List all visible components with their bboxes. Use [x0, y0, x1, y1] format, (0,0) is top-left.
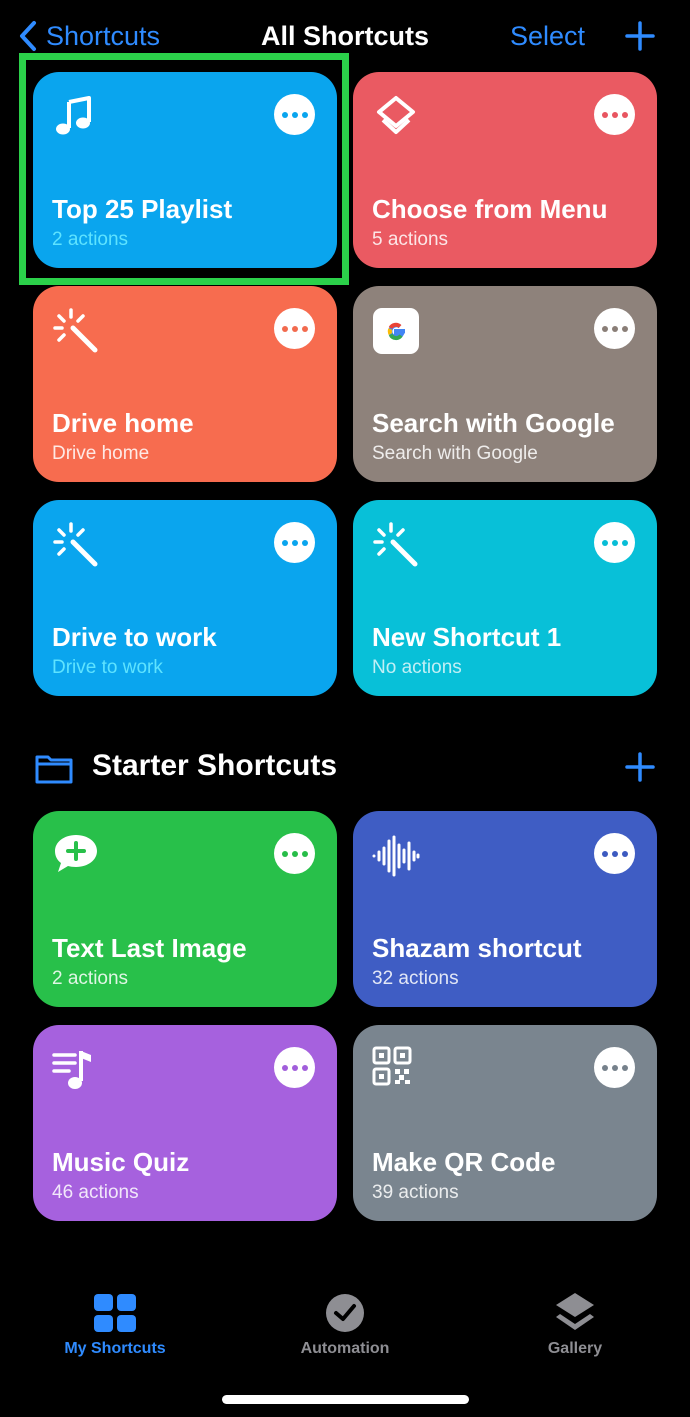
more-button[interactable] [594, 1047, 635, 1088]
tab-gallery[interactable]: Gallery [485, 1290, 665, 1358]
layers-icon [556, 1293, 594, 1330]
tab-my-shortcuts[interactable]: My Shortcuts [25, 1290, 205, 1358]
add-to-folder-button[interactable] [624, 751, 656, 783]
shortcut-title: Drive home [52, 408, 194, 438]
magic-wand-icon [53, 522, 98, 567]
shortcut-card-shazam-shortcut[interactable]: Shazam shortcut 32 actions [353, 811, 657, 1007]
magic-wand-icon [53, 308, 98, 353]
google-icon [373, 308, 419, 354]
more-button[interactable] [594, 94, 635, 135]
qr-code-icon [372, 1046, 412, 1086]
shortcut-title: Text Last Image [52, 933, 247, 963]
shortcut-subtitle: 32 actions [372, 968, 459, 989]
shortcut-subtitle: 5 actions [372, 229, 449, 250]
more-button[interactable] [274, 833, 315, 874]
shortcut-subtitle: 39 actions [372, 1182, 459, 1203]
magic-wand-icon [373, 522, 418, 567]
shortcut-title: Search with Google [372, 408, 615, 438]
tab-label: Automation [300, 1340, 390, 1357]
folder-icon [35, 755, 73, 784]
shortcut-card-music-quiz[interactable]: Music Quiz 46 actions [33, 1025, 337, 1221]
chevron-left-icon [20, 21, 36, 51]
grid-icon [94, 1294, 136, 1332]
shortcut-subtitle: 2 actions [52, 968, 129, 989]
message-plus-icon [55, 835, 97, 872]
music-list-icon [52, 1051, 91, 1089]
music-note-icon [56, 96, 91, 135]
more-button[interactable] [274, 94, 315, 135]
shortcut-subtitle: No actions [372, 657, 462, 678]
shortcut-title: Top 25 Playlist [52, 194, 233, 224]
tab-label: My Shortcuts [64, 1340, 166, 1357]
more-button[interactable] [274, 1047, 315, 1088]
shortcut-title: Drive to work [52, 622, 217, 652]
back-button[interactable]: Shortcuts [18, 18, 160, 54]
folder-header: Starter Shortcuts [34, 745, 656, 791]
waveform-icon [372, 835, 420, 877]
shortcut-title: New Shortcut 1 [372, 622, 562, 652]
shortcut-card-search-with-google[interactable]: Search with Google Search with Google [353, 286, 657, 482]
shortcut-subtitle: Search with Google [372, 443, 538, 464]
home-indicator [222, 1395, 469, 1404]
shortcut-card-drive-to-work[interactable]: Drive to work Drive to work [33, 500, 337, 696]
shortcut-subtitle: Drive home [52, 443, 150, 464]
select-button[interactable]: Select [510, 18, 585, 54]
shortcut-card-text-last-image[interactable]: Text Last Image 2 actions [33, 811, 337, 1007]
clock-check-icon [326, 1294, 364, 1332]
shortcut-subtitle: 2 actions [52, 229, 129, 250]
shortcut-card-choose-from-menu[interactable]: Choose from Menu 5 actions [353, 72, 657, 268]
folder-title: Starter Shortcuts [92, 749, 338, 782]
shortcut-title: Music Quiz [52, 1147, 190, 1177]
shortcut-subtitle: 46 actions [52, 1182, 139, 1203]
add-shortcut-button[interactable] [624, 20, 656, 52]
shortcut-title: Choose from Menu [372, 194, 608, 224]
layers-icon [377, 96, 415, 134]
shortcut-card-make-qr-code[interactable]: Make QR Code 39 actions [353, 1025, 657, 1221]
more-button[interactable] [274, 308, 315, 349]
shortcut-title: Make QR Code [372, 1147, 556, 1177]
more-button[interactable] [594, 833, 635, 874]
back-button-label: Shortcuts [46, 20, 161, 51]
shortcut-title: Shazam shortcut [372, 933, 582, 963]
shortcut-card-drive-home[interactable]: Drive home Drive home [33, 286, 337, 482]
tab-automation[interactable]: Automation [255, 1290, 435, 1358]
shortcut-card-new-shortcut-1[interactable]: New Shortcut 1 No actions [353, 500, 657, 696]
tab-label: Gallery [547, 1340, 603, 1357]
more-button[interactable] [594, 308, 635, 349]
more-button[interactable] [594, 522, 635, 563]
shortcut-subtitle: Drive to work [52, 657, 163, 678]
more-button[interactable] [274, 522, 315, 563]
shortcut-card-top-25-playlist[interactable]: Top 25 Playlist 2 actions [33, 72, 337, 268]
